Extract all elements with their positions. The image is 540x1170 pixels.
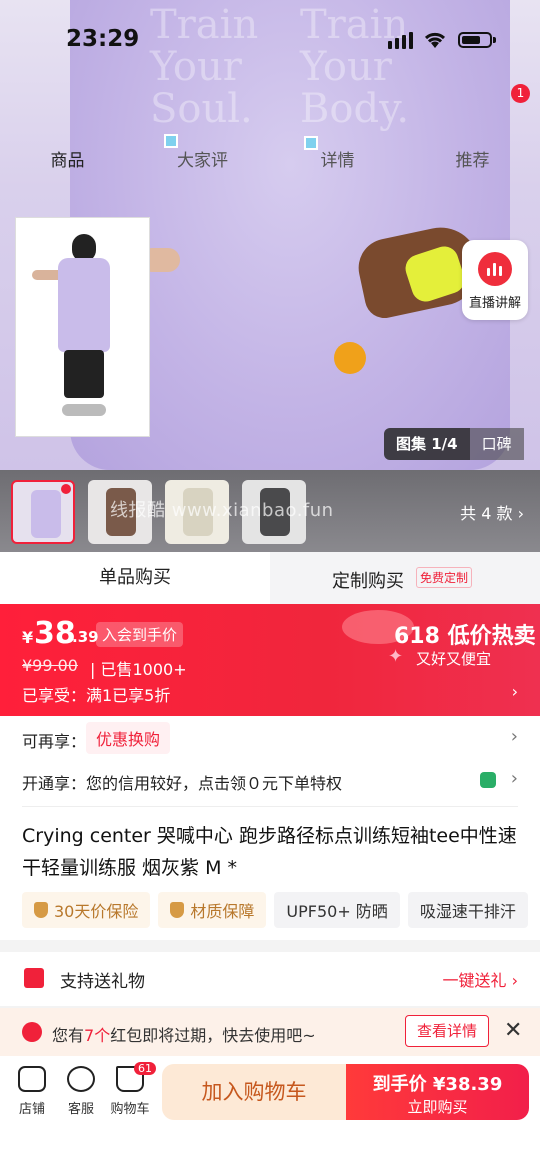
- watermark-text: 线报酷 www.xianbao.fun: [110, 500, 334, 521]
- send-gift-link[interactable]: 一键送礼 ›: [443, 967, 519, 991]
- variant-count-button[interactable]: 共 4 款 ›: [460, 500, 524, 524]
- view-details-button[interactable]: 查看详情: [405, 1015, 489, 1047]
- tab-custom-purchase[interactable]: 定制购买 免费定制: [270, 552, 540, 604]
- custom-purchase-label: 定制购买: [332, 571, 404, 592]
- sold-count: | 已售1000+: [90, 660, 187, 679]
- bottom-action-bar: 店铺 客服 61 购物车 加入购物车 到手价 ¥38.39 立即购买: [0, 1056, 540, 1170]
- gallery-tab[interactable]: 图集 1/4: [384, 428, 470, 460]
- expiring-prefix: 您有: [52, 1026, 85, 1045]
- shield-icon: [170, 902, 185, 918]
- signal-icon: [388, 32, 413, 49]
- shirt-dot-print: [334, 342, 366, 374]
- battery-icon: [458, 32, 492, 48]
- gift-icon: [24, 968, 44, 988]
- model-shirt: [58, 258, 110, 352]
- reputation-tab[interactable]: 口碑: [469, 428, 524, 460]
- model-shorts: [64, 350, 104, 398]
- chevron-right-icon: ›: [511, 682, 518, 701]
- variant-count-label: 共 4 款: [460, 504, 513, 523]
- price-protect-chip[interactable]: 30天价保险: [22, 892, 151, 928]
- status-time: 23:29: [66, 26, 140, 52]
- tab-details[interactable]: 详情: [270, 136, 405, 186]
- purchase-mode-tabs: 单品购买 定制购买 免费定制: [0, 552, 540, 604]
- status-bar: 23:29: [0, 0, 540, 80]
- chip-label: 材质保障: [190, 902, 255, 921]
- original-price: ¥99.00: [22, 656, 78, 675]
- price-integer: 38: [34, 616, 76, 651]
- service-label: 客服: [67, 1102, 94, 1117]
- tab-single-purchase[interactable]: 单品购买: [0, 552, 270, 604]
- service-button[interactable]: 客服: [61, 1066, 101, 1117]
- send-gift-label: 一键送礼: [442, 971, 507, 990]
- variant-thumb[interactable]: [11, 480, 75, 544]
- service-chips: 30天价保险 材质保障 UPF50+ 防晒 吸湿速干排汗: [22, 892, 528, 928]
- model-thumbnail[interactable]: [15, 217, 150, 437]
- tab-reviews[interactable]: 大家评: [135, 136, 270, 186]
- quick-dry-chip[interactable]: 吸湿速干排汗: [407, 892, 528, 928]
- variant-strip: 线报酷 www.xianbao.fun 共 4 款 ›: [0, 470, 540, 552]
- cart-button[interactable]: 61 购物车: [110, 1062, 156, 1117]
- cart-count-badge: 61: [134, 1062, 156, 1075]
- promo-title: 618 低价热卖: [394, 624, 536, 649]
- upf-chip[interactable]: UPF50+ 防晒: [274, 892, 400, 928]
- expiring-suffix: 红包即将过期，快去使用吧~: [110, 1026, 316, 1045]
- live-explain-button[interactable]: 直播讲解: [462, 240, 528, 320]
- tab-recommend[interactable]: 推荐: [405, 136, 540, 186]
- service-icon: [67, 1066, 95, 1092]
- variant-figure: [31, 490, 61, 538]
- free-custom-tag: 免费定制: [416, 567, 473, 588]
- price-decimal: .39: [72, 628, 99, 646]
- divider: [22, 806, 518, 807]
- sold-count-text: 已售1000+: [100, 660, 187, 679]
- model-shoes: [62, 404, 106, 416]
- selected-dot: [61, 484, 71, 494]
- buy-now-label: 立即购买: [407, 1098, 468, 1116]
- shield-icon: [34, 902, 48, 918]
- material-guarantee-chip[interactable]: 材质保障: [158, 892, 267, 928]
- expiring-message: 您有7个红包即将过期，快去使用吧~: [52, 1022, 316, 1046]
- chevron-right-icon[interactable]: ›: [511, 768, 518, 789]
- notification-badge[interactable]: 1: [511, 84, 530, 103]
- product-title: Crying center 哭喊中心 跑步路径标点训练短袖tee中性速干轻量训练…: [22, 825, 517, 879]
- live-icon: [478, 252, 512, 286]
- gift-row[interactable]: 支持送礼物 一键送礼 ›: [0, 952, 540, 1006]
- live-label: 直播讲解: [468, 296, 521, 311]
- chip-label: 30天价保险: [54, 902, 139, 921]
- nav-tabs: 商品 大家评 详情 推荐: [0, 136, 540, 186]
- discount-info: 已享受：满1已享5折: [22, 686, 171, 705]
- wifi-icon: [424, 32, 446, 48]
- coupon-exchange-tag[interactable]: 优惠换购: [86, 722, 171, 754]
- member-price-tag: 入会到手价: [96, 622, 184, 647]
- sparkle-icon: ✦: [388, 646, 404, 667]
- expiring-count: 7个: [84, 1026, 111, 1045]
- wechat-pay-icon: [480, 772, 496, 788]
- price-currency: ¥: [22, 628, 34, 647]
- credit-offer-text[interactable]: 开通享：您的信用较好，点击领０元下单特权: [22, 770, 342, 794]
- more-offers-label: 可再享：: [22, 732, 87, 751]
- clock-icon: [22, 1022, 42, 1042]
- product-info-card: 可再享： 优惠换购 › 开通享：您的信用较好，点击领０元下单特权 › Cryin…: [0, 716, 540, 940]
- cart-label: 购物车: [110, 1102, 150, 1117]
- price-banner[interactable]: ¥ 38 .39 入会到手价 ¥99.00 | 已售1000+ 已享受：满1已享…: [0, 604, 540, 716]
- close-icon[interactable]: ✕: [504, 1018, 522, 1043]
- store-button[interactable]: 店铺: [12, 1066, 52, 1117]
- gift-label: 支持送礼物: [60, 972, 145, 992]
- promo-subtitle: 又好又便宜: [416, 650, 492, 668]
- store-label: 店铺: [18, 1102, 45, 1117]
- expiring-coupons-bar: 您有7个红包即将过期，快去使用吧~ 查看详情 ✕: [0, 1008, 540, 1056]
- add-to-cart-button[interactable]: 加入购物车: [162, 1064, 346, 1120]
- buy-price: 到手价 ¥38.39: [372, 1074, 503, 1095]
- buy-now-button[interactable]: 到手价 ¥38.39 立即购买: [346, 1064, 529, 1120]
- store-icon: [18, 1066, 46, 1092]
- product-page: Train Your Soul. Train Your Body. 直播讲解 图…: [0, 0, 540, 1170]
- gallery-switch[interactable]: 图集 1/4 口碑: [384, 428, 529, 460]
- chevron-right-icon[interactable]: ›: [511, 726, 518, 747]
- battery-tip: [493, 37, 496, 43]
- tab-product[interactable]: 商品: [0, 136, 135, 186]
